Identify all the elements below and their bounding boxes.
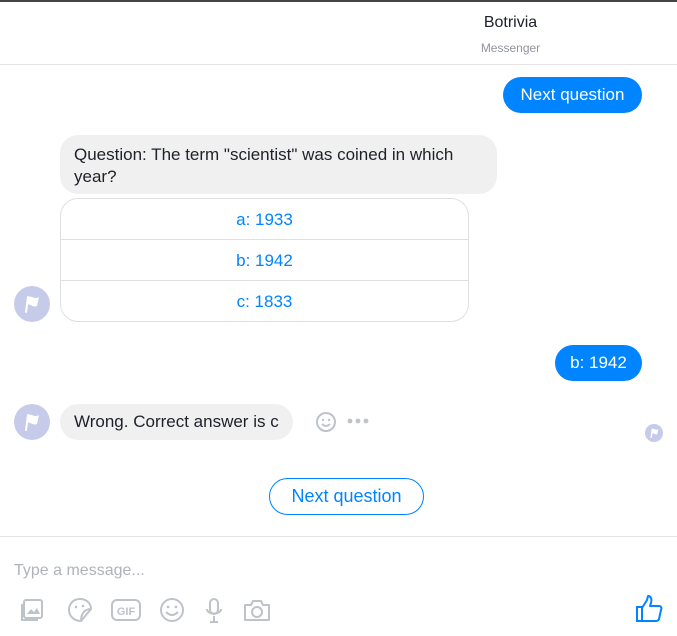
microphone-icon[interactable] <box>204 597 224 625</box>
incoming-reply-message: Wrong. Correct answer is c <box>60 404 293 440</box>
flag-icon <box>25 296 39 313</box>
conversation-subtitle: Messenger <box>480 41 541 55</box>
next-question-quick-reply-button[interactable]: Next question <box>269 478 424 515</box>
incoming-question-message: Question: The term "scientist" was coine… <box>60 135 497 194</box>
option-b-button[interactable]: b: 1942 <box>61 240 468 281</box>
emoji-icon[interactable] <box>158 597 186 623</box>
flag-icon <box>25 414 39 431</box>
answer-options: a: 1933 b: 1942 c: 1833 <box>60 198 469 322</box>
bot-avatar[interactable] <box>14 286 50 322</box>
more-options-icon[interactable] <box>347 417 369 425</box>
option-c-button[interactable]: c: 1833 <box>61 281 468 321</box>
gif-icon[interactable]: GIF <box>110 597 142 623</box>
reaction-icon[interactable] <box>315 411 337 433</box>
option-a-button[interactable]: a: 1933 <box>61 199 468 240</box>
flag-icon <box>650 428 658 438</box>
photo-icon[interactable] <box>20 597 47 623</box>
outgoing-message: b: 1942 <box>555 345 642 381</box>
svg-text:GIF: GIF <box>117 606 136 618</box>
sticker-icon[interactable] <box>66 597 94 623</box>
outgoing-message: Next question <box>503 77 642 113</box>
conversation-title[interactable]: Botrivia <box>0 14 677 32</box>
read-receipt-avatar <box>645 424 663 442</box>
conversation-header: Botrivia Messenger <box>0 2 677 65</box>
thumbs-up-icon[interactable] <box>634 594 664 624</box>
message-composer: GIF <box>0 536 677 636</box>
message-input[interactable] <box>14 559 614 583</box>
camera-icon[interactable] <box>242 597 272 623</box>
bot-avatar[interactable] <box>14 404 50 440</box>
